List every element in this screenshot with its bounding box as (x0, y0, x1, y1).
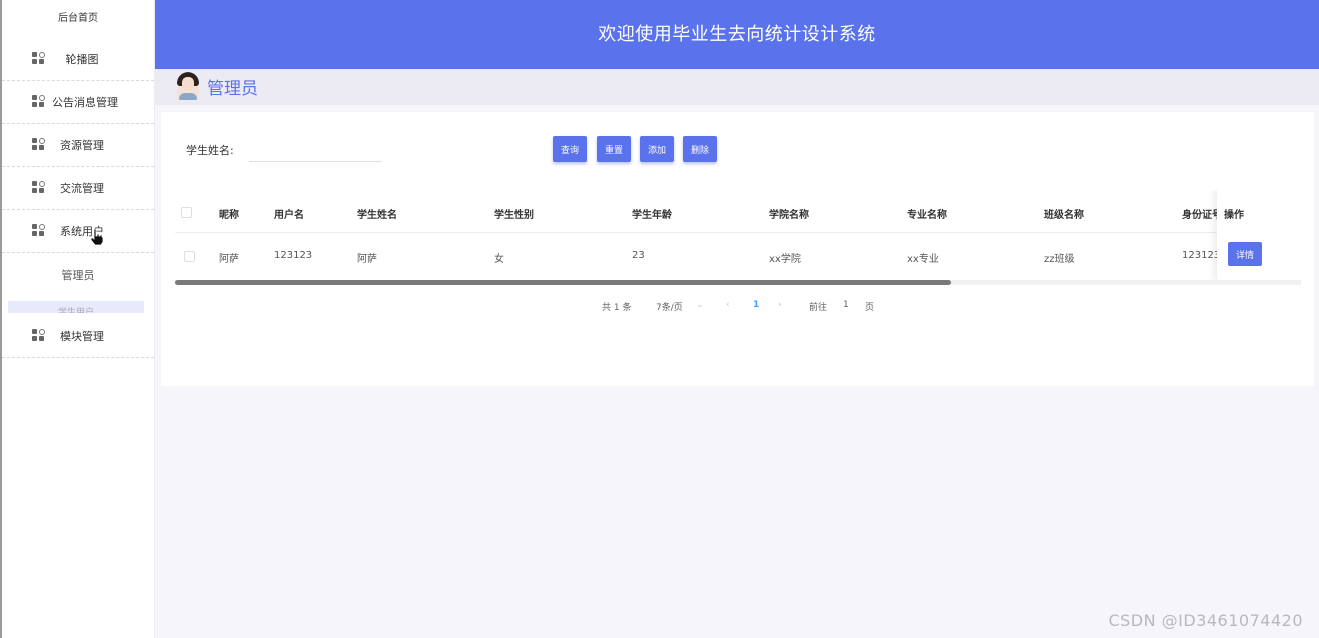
scrollbar-thumb[interactable] (175, 280, 951, 285)
sidebar-item-label: 交流管理 (60, 182, 104, 195)
sidebar-item-label: 轮播图 (65, 53, 99, 66)
sidebar-item-modules[interactable]: 模块管理 (2, 315, 154, 358)
column-header: 学生姓名 (357, 210, 397, 221)
sidebar-item-carousel[interactable]: 轮播图 (2, 38, 154, 81)
sidebar-item-label: 资源管理 (60, 139, 104, 152)
chevron-down-icon[interactable]: ⌄ (696, 300, 704, 310)
column-header: 学生年龄 (632, 210, 672, 221)
table-cell: 阿萨 (219, 254, 239, 265)
sidebar: 后台首页 轮播图 公告消息管理 资源管理 交流管理 系统用户 管理员 学生用户 … (0, 0, 155, 638)
sidebar-item-label: 模块管理 (60, 330, 104, 343)
column-header: 学生性别 (494, 210, 534, 221)
next-page-icon[interactable]: › (778, 300, 782, 310)
watermark: CSDN @ID3461074420 (1108, 611, 1303, 630)
search-label: 学生姓名: (186, 144, 234, 157)
detail-button[interactable]: 详情 (1228, 242, 1262, 266)
current-page[interactable]: 1 (753, 300, 759, 310)
pagination-total: 共 1 条 (602, 303, 632, 313)
header-divider (175, 232, 1301, 233)
page-title: 欢迎使用毕业生去向统计设计系统 (598, 24, 876, 45)
table-cell: 23 (632, 250, 645, 261)
sidebar-subitem-admin[interactable]: 管理员 (2, 253, 154, 299)
table-cell: 123123 (274, 250, 313, 261)
sidebar-subitem-student-users[interactable]: 学生用户 (8, 301, 144, 313)
sidebar-item-label: 系统用户 (60, 225, 104, 238)
horizontal-scrollbar[interactable] (175, 280, 1301, 285)
page-size-select[interactable]: 7条/页 (656, 300, 683, 313)
goto-page-input[interactable]: 1 (843, 300, 849, 310)
column-header: 班级名称 (1044, 210, 1084, 221)
column-header: 用户名 (274, 210, 304, 221)
query-button[interactable]: 查询 (553, 136, 587, 162)
delete-button[interactable]: 删除 (683, 136, 717, 162)
page-header: 欢迎使用毕业生去向统计设计系统 (155, 0, 1319, 69)
table-cell: xx学院 (769, 254, 801, 265)
reset-button[interactable]: 重置 (597, 136, 631, 162)
column-header: 学院名称 (769, 210, 809, 221)
avatar (177, 72, 199, 100)
column-header: 操作 (1224, 210, 1244, 221)
table-cell: xx专业 (907, 254, 939, 265)
column-header: 专业名称 (907, 210, 947, 221)
sidebar-item-announcements[interactable]: 公告消息管理 (2, 81, 154, 124)
table-cell: 女 (494, 254, 504, 265)
sidebar-item-exchange[interactable]: 交流管理 (2, 167, 154, 210)
select-all-checkbox[interactable] (181, 207, 192, 218)
sidebar-item-resources[interactable]: 资源管理 (2, 124, 154, 167)
sidebar-item-system-users[interactable]: 系统用户 (2, 210, 154, 253)
goto-label: 前往 (809, 303, 828, 313)
page-suffix: 页 (865, 303, 875, 313)
table-cell: 阿萨 (357, 254, 377, 265)
content-card: 学生姓名: 查询 重置 添加 删除 昵称 用户名 学生姓名 学生性别 学生年龄 … (161, 112, 1314, 386)
student-name-input[interactable] (249, 136, 382, 162)
column-header: 昵称 (219, 210, 239, 221)
user-role: 管理员 (207, 79, 258, 99)
sidebar-item-label: 公告消息管理 (52, 96, 118, 109)
column-header: 身份证号 (1182, 210, 1222, 221)
row-checkbox[interactable] (184, 251, 195, 262)
user-bar: 管理员 (155, 69, 1319, 105)
add-button[interactable]: 添加 (640, 136, 674, 162)
table-cell: zz班级 (1044, 254, 1075, 265)
prev-page-icon[interactable]: ‹ (726, 300, 730, 310)
sidebar-home[interactable]: 后台首页 (2, 0, 154, 38)
hand-cursor-icon (90, 228, 104, 246)
data-table: 昵称 用户名 学生姓名 学生性别 学生年龄 学院名称 专业名称 班级名称 身份证… (175, 190, 1301, 286)
actions-column: 操作 详情 (1217, 190, 1301, 280)
